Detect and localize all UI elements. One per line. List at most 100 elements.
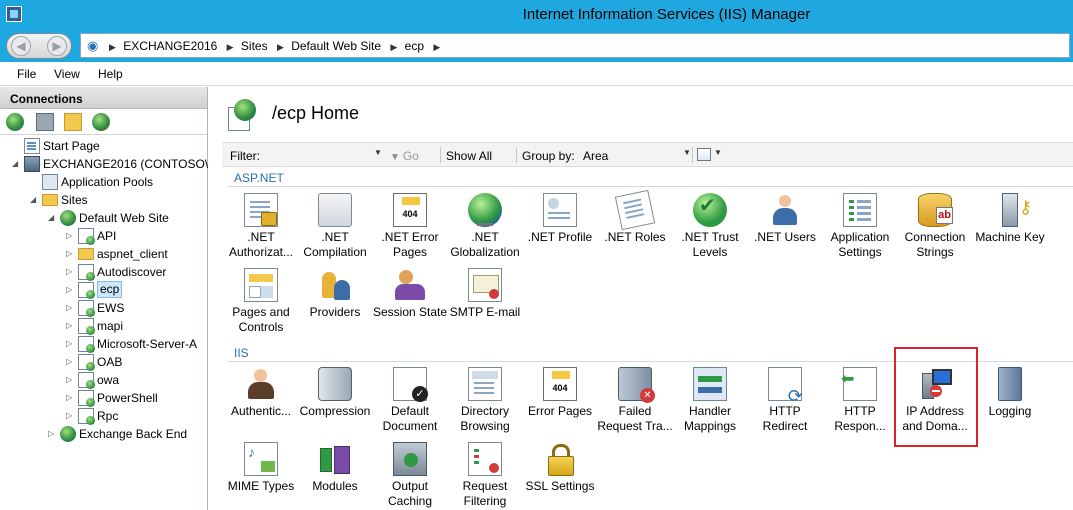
site-icon xyxy=(78,354,95,371)
breadcrumb-arrow-icon[interactable]: ▶ xyxy=(227,42,234,52)
feature-providers[interactable]: Providers xyxy=(296,268,374,320)
tree-item-sites[interactable]: ◢ Sites xyxy=(30,191,88,209)
filter-input[interactable] xyxy=(272,146,384,164)
expand-arrow-icon[interactable]: ▷ xyxy=(66,317,76,335)
expand-arrow-icon[interactable]: ▷ xyxy=(66,407,76,425)
connection-strings-icon xyxy=(918,193,953,227)
feature-directory-browsing[interactable]: Directory Browsing xyxy=(446,367,524,434)
group-by-select[interactable]: Area xyxy=(583,149,608,163)
folder-icon xyxy=(78,248,94,260)
feature-default-document[interactable]: Default Document xyxy=(371,367,449,434)
feature-smtp-email[interactable]: SMTP E-mail xyxy=(446,268,524,320)
tree-item-server[interactable]: ◢ EXCHANGE2016 (CONTOSO\ xyxy=(12,155,208,173)
expand-arrow-icon[interactable]: ▷ xyxy=(66,227,76,245)
breadcrumb-arrow-icon[interactable]: ▶ xyxy=(277,42,284,52)
expand-arrow-icon[interactable]: ▷ xyxy=(48,425,58,443)
expand-arrow-icon[interactable]: ▷ xyxy=(66,371,76,389)
group-by-label: Group by: xyxy=(522,149,575,163)
tree-item-owa[interactable]: ▷ owa xyxy=(66,371,119,389)
server-icon xyxy=(24,156,40,172)
tree-item-ecp[interactable]: ▷ ecp xyxy=(66,281,123,299)
feature-mime-types[interactable]: MIME Types xyxy=(222,442,300,494)
expand-arrow-icon[interactable]: ▷ xyxy=(66,263,76,281)
disconnect-icon[interactable] xyxy=(92,113,110,131)
expand-arrow-icon[interactable]: ▷ xyxy=(66,299,76,317)
folder-icon xyxy=(42,194,58,206)
address-bar[interactable]: ◉ ▶ EXCHANGE2016 ▶ Sites ▶ Default Web S… xyxy=(80,33,1070,58)
up-folder-icon[interactable] xyxy=(64,113,82,131)
menu-help[interactable]: Help xyxy=(98,67,123,81)
collapse-arrow-icon[interactable]: ◢ xyxy=(48,209,58,227)
feature-net-profile[interactable]: .NET Profile xyxy=(521,193,599,245)
feature-application-settings[interactable]: Application Settings xyxy=(821,193,899,260)
feature-net-trust-levels[interactable]: .NET Trust Levels xyxy=(671,193,749,260)
tree-item-powershell[interactable]: ▷ PowerShell xyxy=(66,389,158,407)
feature-net-compilation[interactable]: .NET Compilation xyxy=(296,193,374,260)
tree-item-application-pools[interactable]: Application Pools xyxy=(30,173,153,191)
menu-view[interactable]: View xyxy=(54,67,80,81)
feature-compression[interactable]: Compression xyxy=(296,367,374,419)
view-mode-icon[interactable] xyxy=(697,148,711,161)
feature-output-caching[interactable]: Output Caching xyxy=(371,442,449,509)
breadcrumb-arrow-icon[interactable]: ▶ xyxy=(109,42,116,52)
feature-net-authorization[interactable]: .NET Authorizat... xyxy=(222,193,300,260)
collapse-arrow-icon[interactable]: ◢ xyxy=(30,191,40,209)
connect-globe-icon[interactable] xyxy=(6,113,24,131)
compression-icon xyxy=(318,367,352,401)
feature-connection-strings[interactable]: Connection Strings xyxy=(896,193,974,260)
feature-failed-request-tracing[interactable]: Failed Request Tra... xyxy=(596,367,674,434)
tree-item-mapi[interactable]: ▷ mapi xyxy=(66,317,123,335)
expand-arrow-icon[interactable]: ▷ xyxy=(66,245,76,263)
feature-pages-controls[interactable]: Pages and Controls xyxy=(222,268,300,335)
feature-modules[interactable]: Modules xyxy=(296,442,374,494)
net-trust-levels-icon xyxy=(693,193,727,227)
tree-item-microsoft-server-activesync[interactable]: ▷ Microsoft-Server-A xyxy=(66,335,197,353)
tree-item-autodiscover[interactable]: ▷ Autodiscover xyxy=(66,263,166,281)
tree-item-ews[interactable]: ▷ EWS xyxy=(66,299,124,317)
feature-authentication[interactable]: Authentic... xyxy=(222,367,300,419)
feature-net-roles[interactable]: .NET Roles xyxy=(596,189,674,245)
back-arrow-icon[interactable]: ◀ xyxy=(11,36,31,56)
section-iis: IIS xyxy=(234,346,249,360)
show-all-button[interactable]: Show All xyxy=(446,149,492,163)
feature-net-error-pages[interactable]: .NET Error Pages xyxy=(371,193,449,260)
feature-logging[interactable]: Logging xyxy=(971,367,1049,419)
feature-handler-mappings[interactable]: Handler Mappings xyxy=(671,367,749,434)
collapse-arrow-icon[interactable]: ◢ xyxy=(12,155,22,173)
tree-item-rpc[interactable]: ▷ Rpc xyxy=(66,407,118,425)
tree-item-api[interactable]: ▷ API xyxy=(66,227,116,245)
expand-arrow-icon[interactable]: ▷ xyxy=(66,353,76,371)
expand-arrow-icon[interactable]: ▷ xyxy=(66,281,76,299)
save-icon[interactable] xyxy=(36,113,54,131)
feature-http-redirect[interactable]: HTTP Redirect xyxy=(746,367,824,434)
feature-ssl-settings[interactable]: SSL Settings xyxy=(521,442,599,494)
feature-net-users[interactable]: .NET Users xyxy=(746,193,824,245)
tree-item-exchange-back-end[interactable]: ▷ Exchange Back End xyxy=(48,425,187,443)
expand-arrow-icon[interactable]: ▷ xyxy=(66,389,76,407)
feature-request-filtering[interactable]: Request Filtering xyxy=(446,442,524,509)
app-pool-icon xyxy=(42,174,58,190)
tree-item-default-web-site[interactable]: ◢ Default Web Site xyxy=(48,209,169,227)
tree-item-start-page[interactable]: Start Page xyxy=(12,137,100,155)
menu-file[interactable]: File xyxy=(17,67,36,81)
feature-net-globalization[interactable]: .NET Globalization xyxy=(446,193,524,260)
view-mode-dropdown-icon[interactable]: ▼ xyxy=(714,148,722,157)
breadcrumb-arrow-icon[interactable]: ▶ xyxy=(433,42,440,52)
forward-arrow-icon[interactable]: ▶ xyxy=(47,36,67,56)
go-button[interactable]: Go xyxy=(390,149,419,163)
group-by-dropdown-icon[interactable]: ▼ xyxy=(683,148,691,157)
breadcrumb-arrow-icon[interactable]: ▶ xyxy=(390,42,397,52)
filter-dropdown-icon[interactable]: ▼ xyxy=(374,148,382,157)
connections-toolbar xyxy=(0,109,207,135)
breadcrumb-sites[interactable]: Sites xyxy=(241,39,268,53)
feature-error-pages[interactable]: Error Pages xyxy=(521,367,599,419)
expand-arrow-icon[interactable]: ▷ xyxy=(66,335,76,353)
breadcrumb-server[interactable]: EXCHANGE2016 xyxy=(123,39,217,53)
breadcrumb-default-web-site[interactable]: Default Web Site xyxy=(291,39,381,53)
breadcrumb-ecp[interactable]: ecp xyxy=(405,39,424,53)
tree-item-oab[interactable]: ▷ OAB xyxy=(66,353,122,371)
feature-http-response-headers[interactable]: HTTP Respon... xyxy=(821,367,899,434)
feature-session-state[interactable]: Session State xyxy=(371,268,449,320)
tree-item-aspnet-client[interactable]: ▷ aspnet_client xyxy=(66,245,168,263)
feature-machine-key[interactable]: Machine Key xyxy=(971,193,1049,245)
